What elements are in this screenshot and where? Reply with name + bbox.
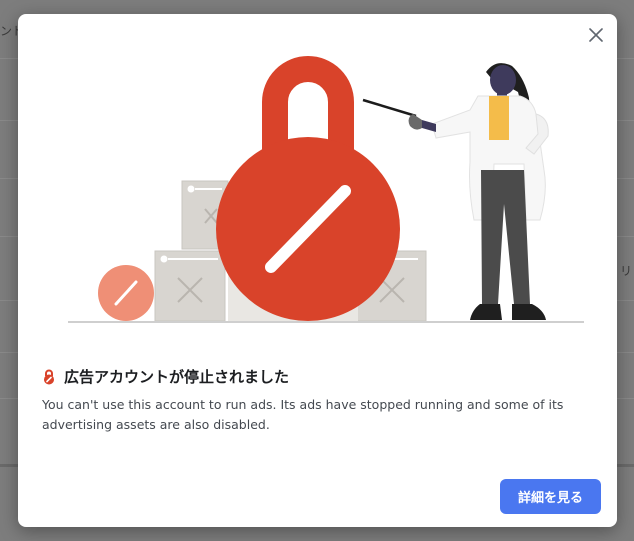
account-disabled-dialog: 広告アカウントが停止されました You can't use this accou…: [18, 14, 617, 527]
title-row: 広告アカウントが停止されました: [42, 366, 289, 387]
pointer-stick: [362, 98, 417, 118]
see-details-button[interactable]: 詳細を見る: [500, 479, 601, 514]
lock-alert-icon: [44, 369, 54, 384]
illustration: [68, 56, 584, 323]
dialog-title: 広告アカウントが停止されました: [64, 368, 290, 386]
background-text-right: リ: [620, 264, 633, 278]
small-blocked-badge: [98, 265, 154, 321]
presenter-figure: [408, 63, 549, 320]
dialog-body: You can't use this account to run ads. I…: [42, 397, 564, 432]
locked-asset-box: [154, 250, 226, 322]
padlock-icon: [216, 56, 400, 321]
